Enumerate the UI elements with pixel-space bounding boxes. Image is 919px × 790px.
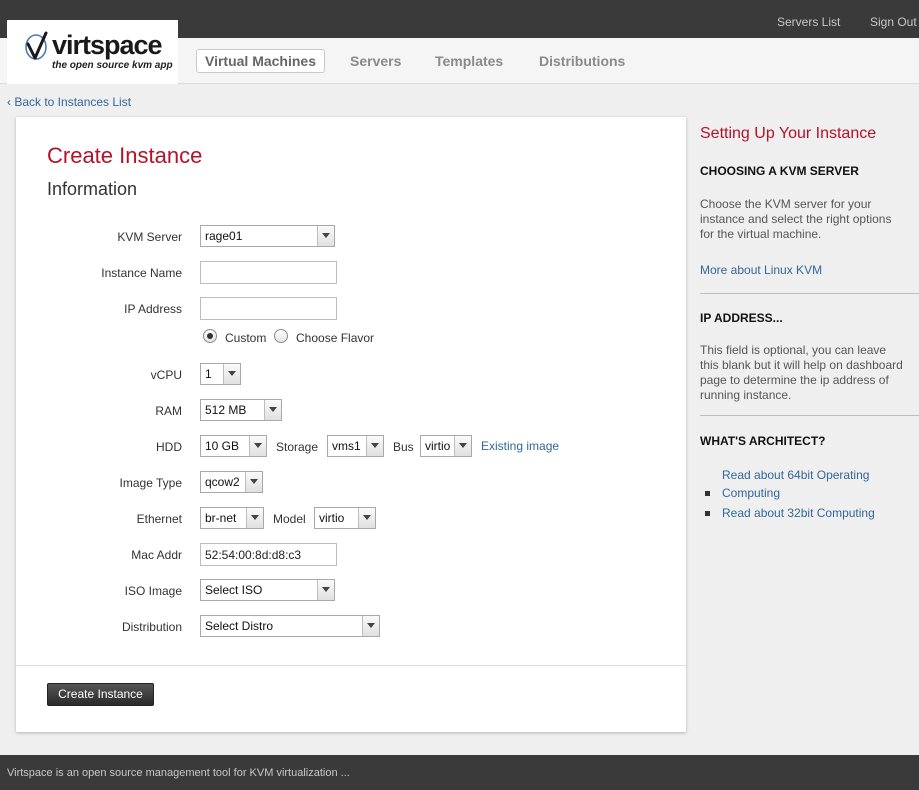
choose-flavor-label: Choose Flavor: [296, 331, 375, 345]
storage-label: Storage: [276, 440, 319, 454]
instance-name-label: Instance Name: [101, 266, 182, 280]
iso-image-select[interactable]: Select ISO: [200, 579, 335, 601]
vcpu-value: 1: [205, 367, 212, 381]
divider: [700, 415, 919, 416]
vcpu-label: vCPU: [150, 368, 182, 382]
divider: [16, 665, 686, 666]
storage-value: vms1: [332, 439, 361, 453]
back-to-instances-link[interactable]: ‹ Back to Instances List: [7, 95, 131, 109]
divider: [700, 293, 919, 294]
sidebar-text-ip-address: This field is optional, you can leave th…: [700, 343, 903, 402]
logo-tagline: the open source kvm app: [52, 60, 173, 71]
distribution-label: Distribution: [121, 620, 182, 634]
nav-virtual-machines[interactable]: Virtual Machines: [196, 49, 326, 73]
chevron-down-icon: [317, 580, 334, 600]
servers-list-link[interactable]: Servers List: [777, 15, 840, 29]
chevron-down-icon: [317, 226, 334, 246]
nav-templates[interactable]: Templates: [435, 53, 503, 69]
model-value: virtio: [319, 511, 345, 525]
kvm-server-label: KVM Server: [117, 230, 182, 244]
footer: Virtspace is an open source management t…: [0, 755, 919, 790]
vcpu-select[interactable]: 1: [200, 363, 241, 385]
footer-text: Virtspace is an open source management t…: [7, 767, 350, 779]
chevron-down-icon: [249, 436, 266, 456]
chevron-down-icon: [246, 508, 263, 528]
sidebar-heading-kvm-server: CHOOSING A KVM SERVER: [700, 164, 859, 178]
chevron-down-icon: [362, 616, 379, 636]
logo-check-icon: [25, 31, 48, 60]
ip-address-label: IP Address: [124, 302, 182, 316]
nav-distributions[interactable]: Distributions: [539, 53, 625, 69]
sidebar-heading-architect: WHAT'S ARCHITECT?: [700, 434, 826, 448]
image-type-select[interactable]: qcow2: [200, 471, 263, 493]
image-type-value: qcow2: [205, 475, 240, 489]
custom-radio[interactable]: [203, 329, 217, 343]
distribution-select[interactable]: Select Distro: [200, 615, 380, 637]
bullet-icon: [705, 511, 710, 516]
kvm-server-value: rage01: [205, 229, 243, 243]
custom-radio-label: Custom: [225, 331, 267, 345]
mac-addr-label: Mac Addr: [131, 548, 182, 562]
chevron-down-icon: [245, 472, 262, 492]
iso-image-value: Select ISO: [205, 583, 263, 597]
bus-select[interactable]: virtio: [420, 435, 472, 457]
chevron-down-icon: [358, 508, 375, 528]
chevron-down-icon: [264, 400, 281, 420]
logo[interactable]: virtspace the open source kvm app: [7, 20, 178, 84]
bus-label: Bus: [393, 440, 414, 454]
ram-select[interactable]: 512 MB: [200, 399, 282, 421]
sidebar-text-kvm-server: Choose the KVM server for your instance …: [700, 197, 892, 241]
ethernet-select[interactable]: br-net: [200, 507, 264, 529]
model-label: Model: [273, 512, 306, 526]
existing-image-link[interactable]: Existing image: [481, 439, 559, 453]
ram-value: 512 MB: [205, 403, 247, 417]
create-instance-panel: Create Instance Information KVM Server r…: [16, 117, 686, 732]
create-instance-button[interactable]: Create Instance: [47, 683, 154, 706]
ram-label: RAM: [155, 404, 182, 418]
hdd-select[interactable]: 10 GB: [200, 435, 267, 457]
more-about-kvm-link[interactable]: More about Linux KVM: [700, 261, 822, 279]
hdd-label: HDD: [156, 440, 182, 454]
sidebar-title: Setting Up Your Instance: [700, 125, 877, 142]
section-title: Information: [47, 179, 138, 199]
chevron-down-icon: [366, 436, 383, 456]
choose-flavor-radio[interactable]: [274, 329, 288, 343]
image-type-label: Image Type: [119, 476, 182, 490]
distribution-value: Select Distro: [205, 619, 274, 633]
chevron-down-icon: [223, 364, 240, 384]
storage-select[interactable]: vms1: [327, 435, 384, 457]
mac-addr-input[interactable]: 52:54:00:8d:d8:c3: [200, 543, 337, 566]
hdd-value: 10 GB: [205, 439, 240, 453]
model-select[interactable]: virtio: [314, 507, 376, 529]
page-title: Create Instance: [47, 143, 203, 168]
logo-name: virtspace: [52, 30, 163, 60]
ethernet-label: Ethernet: [136, 512, 182, 526]
ethernet-value: br-net: [205, 511, 237, 525]
iso-image-label: ISO Image: [124, 584, 182, 598]
read-32bit-link[interactable]: Read about 32bit Computing: [722, 504, 912, 522]
read-64bit-link[interactable]: Read about 64bit Operating Computing: [722, 466, 902, 502]
bus-value: virtio: [425, 439, 451, 453]
ip-address-input[interactable]: [200, 297, 337, 320]
chevron-down-icon: [454, 436, 471, 456]
kvm-server-select[interactable]: rage01: [200, 225, 335, 247]
sign-out-link[interactable]: Sign Out: [870, 15, 917, 29]
instance-name-input[interactable]: [200, 261, 337, 284]
sidebar-heading-ip-address: IP ADDRESS...: [700, 311, 783, 325]
bullet-icon: [705, 491, 710, 496]
nav-servers[interactable]: Servers: [350, 53, 401, 69]
